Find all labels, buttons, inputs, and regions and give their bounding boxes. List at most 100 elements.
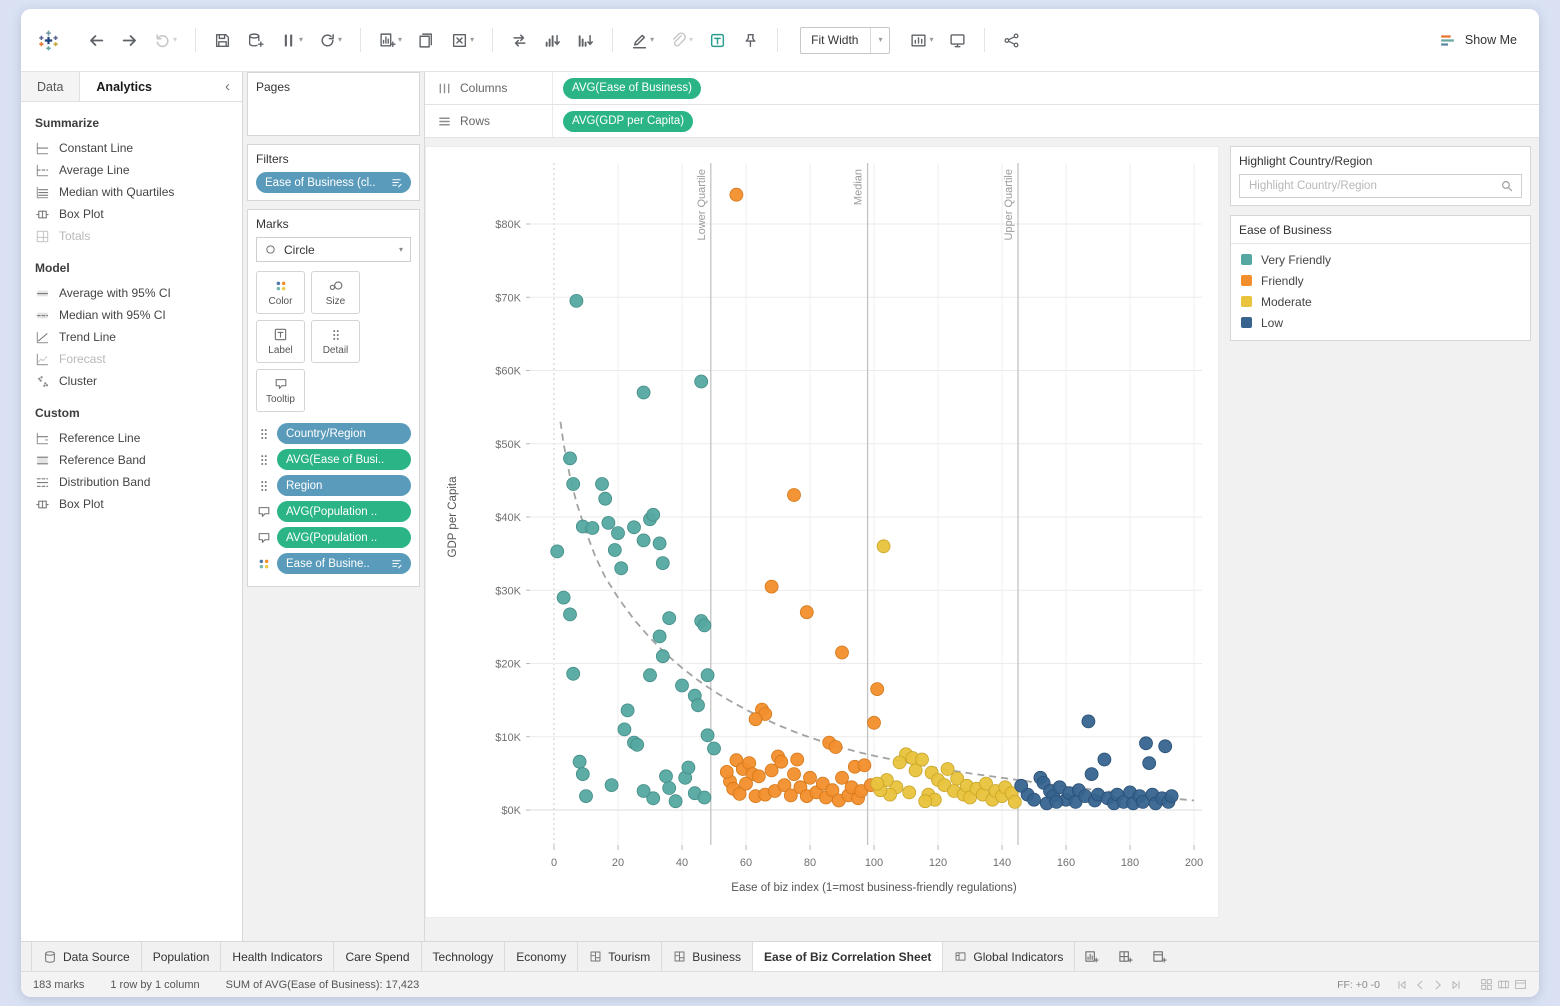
mark-circle-friendly[interactable] (868, 716, 881, 729)
mark-circle-moderate[interactable] (877, 540, 890, 553)
mark-circle-very-friendly[interactable] (669, 795, 682, 808)
mark-circle-very-friendly[interactable] (621, 704, 634, 717)
mark-circle-very-friendly[interactable] (701, 729, 714, 742)
legend-item-very-friendly[interactable]: Very Friendly (1239, 249, 1522, 270)
sort-descending-button[interactable] (573, 27, 598, 54)
mark-circle-friendly[interactable] (740, 777, 753, 790)
mark-circle-very-friendly[interactable] (637, 785, 650, 798)
analytics-item-trend-line[interactable]: Trend Line (21, 326, 242, 348)
mark-circle-friendly[interactable] (775, 755, 788, 768)
mark-circle-friendly[interactable] (871, 683, 884, 696)
new-worksheet-button[interactable]: ▾ (375, 27, 406, 54)
fit-width-select[interactable]: Fit Width▾ (800, 27, 890, 54)
mark-circle-friendly[interactable] (836, 771, 849, 784)
new-data-source-button[interactable] (243, 27, 268, 54)
redo-button[interactable] (117, 27, 142, 54)
new-story-tab-button[interactable] (1143, 942, 1177, 971)
presentation-mode-button[interactable] (945, 27, 970, 54)
pill-avg-gdp-per-capita[interactable]: AVG(GDP per Capita) (563, 111, 693, 132)
mark-circle-very-friendly[interactable] (631, 738, 644, 751)
legend-item-moderate[interactable]: Moderate (1239, 291, 1522, 312)
legend-item-friendly[interactable]: Friendly (1239, 270, 1522, 291)
analytics-item-reference-band[interactable]: Reference Band (21, 449, 242, 471)
mark-circle-very-friendly[interactable] (612, 527, 625, 540)
legend-item-low[interactable]: Low (1239, 312, 1522, 333)
mark-circle-friendly[interactable] (730, 188, 743, 201)
first-page-icon[interactable] (1396, 979, 1408, 991)
sheet-tab-economy[interactable]: Economy (505, 942, 578, 971)
pill-avg-population[interactable]: AVG(Population .. (277, 501, 411, 522)
filters-shelf[interactable]: Filters Ease of Business (cl.. (247, 144, 420, 201)
filmstrip-icon[interactable] (1497, 978, 1510, 991)
mark-circle-very-friendly[interactable] (567, 478, 580, 491)
mark-circle-low[interactable] (1140, 737, 1153, 750)
mark-circle-very-friendly[interactable] (586, 522, 599, 535)
show-me-button[interactable]: Show Me (1432, 28, 1523, 53)
analytics-item-median-with-95-ci[interactable]: Median with 95% CI (21, 304, 242, 326)
analytics-item-average-with-95-ci[interactable]: Average with 95% CI (21, 282, 242, 304)
pause-updates-button[interactable]: ▾ (276, 27, 307, 54)
mark-circle-friendly[interactable] (788, 768, 801, 781)
mark-circle-low[interactable] (1098, 753, 1111, 766)
auto-update-button[interactable]: ▾ (315, 27, 346, 54)
highlight-search-input[interactable] (1247, 179, 1494, 193)
mark-circle-very-friendly[interactable] (602, 516, 615, 529)
mark-circle-low[interactable] (1082, 715, 1095, 728)
mark-circle-moderate[interactable] (1008, 795, 1021, 808)
swap-axes-button[interactable] (507, 27, 532, 54)
show-tabs-icon[interactable] (1514, 978, 1527, 991)
mark-circle-moderate[interactable] (871, 777, 884, 790)
mark-circle-low[interactable] (1143, 757, 1156, 770)
mark-circle-moderate[interactable] (903, 786, 916, 799)
last-page-icon[interactable] (1450, 979, 1462, 991)
mark-circle-very-friendly[interactable] (692, 699, 705, 712)
link-button[interactable]: ▾ (666, 27, 697, 54)
mark-circle-friendly[interactable] (804, 771, 817, 784)
mark-circle-very-friendly[interactable] (676, 679, 689, 692)
show-cards-button[interactable]: ▾ (906, 27, 937, 54)
mark-circle-moderate[interactable] (916, 753, 929, 766)
highlight-search-box[interactable] (1239, 174, 1522, 198)
mark-circle-low[interactable] (1165, 790, 1178, 803)
mark-circle-very-friendly[interactable] (608, 544, 621, 557)
mark-circle-very-friendly[interactable] (653, 630, 666, 643)
mark-circle-very-friendly[interactable] (580, 790, 593, 803)
mark-circle-very-friendly[interactable] (701, 669, 714, 682)
mark-circle-low[interactable] (1050, 795, 1063, 808)
text-label-button[interactable] (705, 27, 730, 54)
mark-circle-very-friendly[interactable] (615, 562, 628, 575)
analytics-item-constant-line[interactable]: Constant Line (21, 137, 242, 159)
mark-circle-very-friendly[interactable] (647, 508, 660, 521)
sheet-tab-care-spend[interactable]: Care Spend (334, 942, 421, 971)
analytics-item-forecast[interactable]: Forecast (21, 348, 242, 370)
pill-avg-ease-of-business[interactable]: AVG(Ease of Business) (563, 78, 701, 99)
mark-circle-low[interactable] (1085, 768, 1098, 781)
mark-circle-very-friendly[interactable] (564, 608, 577, 621)
mark-circle-low[interactable] (1015, 779, 1028, 792)
new-worksheet-tab-button[interactable] (1075, 942, 1109, 971)
mark-circle-friendly[interactable] (829, 741, 842, 754)
mark-circle-very-friendly[interactable] (599, 492, 612, 505)
analytics-item-distribution-band[interactable]: Distribution Band (21, 471, 242, 493)
sheet-tab-ease-of-biz-correlation-sheet[interactable]: Ease of Biz Correlation Sheet (753, 942, 943, 971)
fix-axes-button[interactable] (738, 27, 763, 54)
detail-button[interactable]: Detail (311, 320, 360, 363)
sort-ascending-button[interactable] (540, 27, 565, 54)
mark-circle-very-friendly[interactable] (596, 478, 609, 491)
highlight-button[interactable]: ▾ (627, 27, 658, 54)
mark-circle-friendly[interactable] (836, 646, 849, 659)
visualization-pane[interactable]: 020406080100120140160180200$0K$10K$20K$3… (425, 146, 1219, 918)
mark-circle-very-friendly[interactable] (656, 650, 669, 663)
share-button[interactable] (999, 27, 1024, 54)
save-button[interactable] (210, 27, 235, 54)
mark-circle-friendly[interactable] (858, 759, 871, 772)
sheet-tab-technology[interactable]: Technology (422, 942, 506, 971)
mark-circle-very-friendly[interactable] (656, 557, 669, 570)
sheet-tab-population[interactable]: Population (142, 942, 222, 971)
analytics-item-box-plot[interactable]: Box Plot (21, 203, 242, 225)
tab-analytics[interactable]: Analytics (80, 72, 168, 101)
mark-circle-very-friendly[interactable] (660, 770, 673, 783)
mark-circle-very-friendly[interactable] (573, 755, 586, 768)
mark-circle-friendly[interactable] (791, 753, 804, 766)
mark-circle-very-friendly[interactable] (698, 619, 711, 632)
